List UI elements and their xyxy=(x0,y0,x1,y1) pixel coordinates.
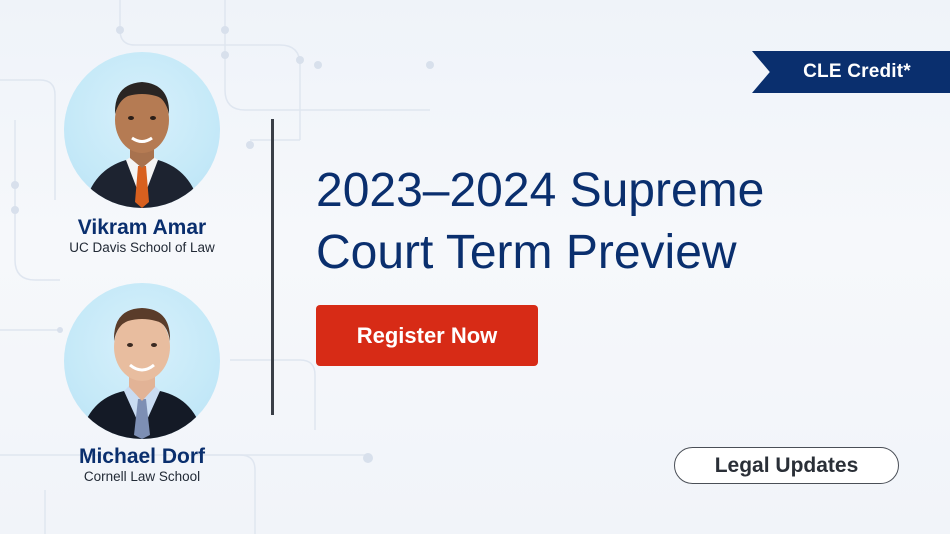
vertical-divider xyxy=(271,119,274,415)
speaker-affiliation: Cornell Law School xyxy=(83,469,201,484)
speaker-card-vikram-amar: Vikram Amar UC Davis School of Law xyxy=(17,52,267,256)
speaker-name: Michael Dorf xyxy=(78,445,206,468)
cle-credit-label: CLE Credit* xyxy=(803,61,911,82)
event-title-line-1: 2023–2024 Supreme xyxy=(316,164,765,217)
legal-updates-tag: Legal Updates xyxy=(674,447,899,484)
speaker-photo-michael-dorf xyxy=(64,283,220,439)
speaker-name: Vikram Amar xyxy=(77,216,207,239)
register-now-button[interactable]: Register Now xyxy=(316,305,538,366)
event-title-line-2: Court Term Preview xyxy=(316,226,737,279)
webinar-banner: CLE Credit* Vikram Amar UC Davis School … xyxy=(0,0,950,534)
speaker-card-michael-dorf: Michael Dorf Cornell Law School xyxy=(17,283,267,485)
cle-credit-badge: CLE Credit* xyxy=(752,51,950,93)
speaker-photo-vikram-amar xyxy=(64,52,220,208)
speaker-affiliation: UC Davis School of Law xyxy=(69,240,215,255)
event-title: 2023–2024 Supreme Court Term Preview xyxy=(316,160,916,284)
